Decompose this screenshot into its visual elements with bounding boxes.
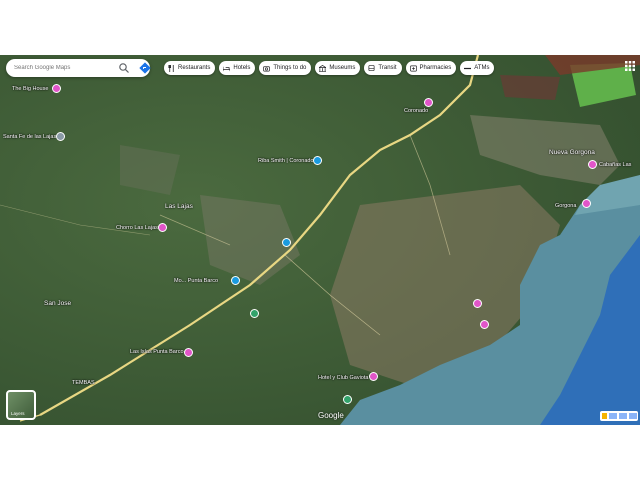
- shopping-pin-icon[interactable]: [231, 276, 240, 285]
- chip-museums[interactable]: Museums: [315, 61, 361, 75]
- chip-label: Transit: [378, 65, 397, 71]
- place-label[interactable]: Mo... Punta Barco: [174, 278, 218, 284]
- hotel-pin-icon[interactable]: [184, 348, 193, 357]
- atm-icon: [464, 67, 472, 69]
- imagery-thumbnail-icon[interactable]: [609, 413, 617, 419]
- category-chips: Restaurants Hotels Things to do Museums …: [164, 61, 495, 75]
- fork-knife-icon: [168, 64, 174, 72]
- hotel-pin-icon[interactable]: [473, 299, 482, 308]
- chip-things-to-do[interactable]: Things to do: [259, 61, 312, 75]
- bus-icon: [368, 64, 375, 71]
- chip-label: Things to do: [273, 65, 307, 71]
- hotel-pin-icon[interactable]: [52, 84, 61, 93]
- shopping-pin-icon[interactable]: [282, 238, 291, 247]
- chip-label: Museums: [329, 65, 356, 71]
- park-pin-icon[interactable]: [250, 309, 259, 318]
- chip-label: Pharmacies: [419, 65, 452, 71]
- town-label[interactable]: Nueva Gorgona: [549, 149, 595, 156]
- shopping-pin-icon[interactable]: [313, 156, 322, 165]
- search-box[interactable]: [6, 59, 151, 77]
- bed-icon: [223, 66, 231, 71]
- chip-transit[interactable]: Transit: [364, 61, 402, 75]
- satellite-map[interactable]: [0, 55, 640, 425]
- place-label[interactable]: Hotel y Club Gaviota: [318, 375, 368, 381]
- town-label[interactable]: Coronado: [404, 108, 428, 114]
- place-label[interactable]: Las Islas Punta Barco: [130, 349, 184, 355]
- google-logo: Google: [318, 411, 344, 420]
- hotel-pin-icon[interactable]: [582, 199, 591, 208]
- place-label[interactable]: The Big House: [12, 86, 48, 92]
- chip-label: ATMs: [474, 65, 490, 71]
- place-label: TEMBAS: [72, 380, 95, 386]
- chip-pharmacies[interactable]: Pharmacies: [405, 61, 457, 75]
- place-label[interactable]: Cabañas Las: [599, 162, 631, 168]
- chip-hotels[interactable]: Hotels: [219, 61, 256, 75]
- layers-label: Layers: [11, 411, 25, 416]
- chip-label: Hotels: [233, 65, 251, 71]
- place-pin-icon[interactable]: [424, 98, 433, 107]
- place-pin-icon[interactable]: [56, 132, 65, 141]
- satellite-imagery: [0, 55, 640, 425]
- place-label[interactable]: Chorro Las Lajas: [116, 225, 158, 231]
- hotel-pin-icon[interactable]: [588, 160, 597, 169]
- directions-icon[interactable]: [139, 62, 151, 74]
- place-label[interactable]: Riba Smith | Coronado: [258, 158, 314, 164]
- layers-button[interactable]: Layers: [6, 390, 36, 420]
- search-input[interactable]: [14, 65, 110, 71]
- place-label[interactable]: Gorgona: [555, 203, 576, 209]
- pharmacy-icon: [409, 65, 417, 71]
- apps-grid-icon[interactable]: [624, 60, 636, 72]
- town-label[interactable]: Las Lajas: [165, 203, 193, 210]
- town-label[interactable]: San Jose: [44, 300, 71, 307]
- search-icon[interactable]: [118, 62, 130, 74]
- place-label[interactable]: Santa Fe de las Lajas: [3, 134, 56, 140]
- chip-atms[interactable]: ATMs: [460, 61, 495, 75]
- chip-restaurants[interactable]: Restaurants: [164, 61, 216, 75]
- hotel-pin-icon[interactable]: [369, 372, 378, 381]
- scale-icon[interactable]: [629, 413, 637, 419]
- globe-icon[interactable]: [619, 413, 627, 419]
- map-bottom-controls: [600, 411, 638, 421]
- pegman-icon[interactable]: [602, 413, 607, 419]
- park-pin-icon[interactable]: [343, 395, 352, 404]
- hotel-pin-icon[interactable]: [480, 320, 489, 329]
- chip-label: Restaurants: [178, 65, 211, 71]
- camera-icon: [263, 65, 271, 71]
- museum-icon: [319, 64, 327, 72]
- attraction-pin-icon[interactable]: [158, 223, 167, 232]
